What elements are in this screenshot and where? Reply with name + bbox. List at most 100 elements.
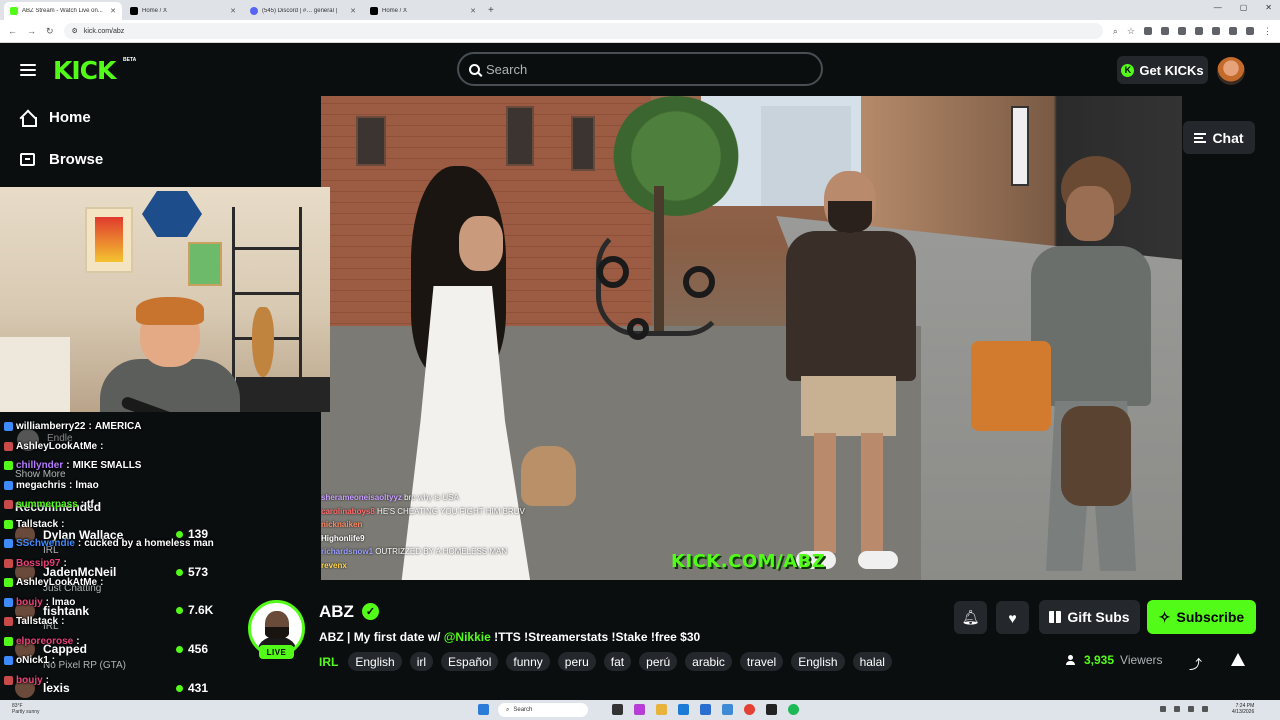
tag-chip[interactable]: Español <box>441 652 499 671</box>
zoom-icon[interactable]: ⌕ <box>1113 26 1118 37</box>
volume-icon[interactable] <box>1188 706 1194 712</box>
app-icon[interactable] <box>766 704 777 715</box>
tag-chip[interactable]: peru <box>557 652 596 671</box>
weather-widget[interactable]: 83°F Partly sunny <box>12 703 40 715</box>
forward-icon[interactable]: → <box>27 26 36 36</box>
maximize-icon[interactable]: ▢ <box>1240 3 1248 12</box>
file-explorer-icon[interactable] <box>656 704 667 715</box>
browser-tab-discord[interactable]: (545) Discord | #… general | ✕ <box>244 2 362 20</box>
chat-message: Tallstack: <box>4 515 244 535</box>
tag-chip[interactable]: English <box>791 652 845 671</box>
user-avatar[interactable] <box>1217 57 1245 85</box>
get-kicks-button[interactable]: K Get KICKs <box>1117 56 1208 84</box>
subscribe-button[interactable]: ✧ Subscribe <box>1147 600 1256 634</box>
edge-icon[interactable] <box>678 704 689 715</box>
follow-button[interactable]: ♥ <box>996 601 1029 634</box>
channel-name[interactable]: ABZ <box>319 602 354 622</box>
tag-chip[interactable]: English <box>348 652 402 671</box>
tab-close-icon[interactable]: ✕ <box>350 7 356 15</box>
extension-icon[interactable] <box>1178 27 1186 35</box>
report-icon[interactable] <box>1231 653 1245 666</box>
reload-icon[interactable]: ↻ <box>46 26 54 37</box>
spotify-icon[interactable] <box>788 704 799 715</box>
chat-username[interactable]: boujy <box>16 671 43 691</box>
chat-username[interactable]: williamberry22 <box>16 417 85 437</box>
chat-username[interactable]: oNick1 <box>16 651 49 671</box>
tray-icon[interactable] <box>1160 706 1166 712</box>
bookmark-star-icon[interactable]: ☆ <box>1127 26 1135 37</box>
extension-icon[interactable] <box>1144 27 1152 35</box>
video-scene-tree <box>611 96 741 216</box>
extension-icon[interactable] <box>1246 27 1254 35</box>
tag-chip[interactable]: funny <box>506 652 550 671</box>
tab-close-icon[interactable]: ✕ <box>230 7 236 15</box>
extension-icon[interactable] <box>1212 27 1220 35</box>
tag-chip[interactable]: halal <box>852 652 892 671</box>
sidebar-item-home[interactable]: Home <box>20 109 91 127</box>
chat-username[interactable]: boujy <box>16 593 43 613</box>
tag-chip[interactable]: arabic <box>685 652 732 671</box>
tab-close-icon[interactable]: ✕ <box>470 7 476 15</box>
share-icon[interactable]: ⤴ <box>1189 654 1202 673</box>
store-icon[interactable] <box>700 704 711 715</box>
search-bar[interactable] <box>457 52 823 86</box>
chat-username[interactable]: SSchwendie <box>16 534 75 554</box>
minimize-icon[interactable]: — <box>1214 3 1222 12</box>
chat-username[interactable]: summerpass <box>16 495 78 515</box>
app-icon[interactable] <box>722 704 733 715</box>
browser-menu-icon[interactable]: ⋮ <box>1263 26 1272 37</box>
facecam-guitar <box>252 307 274 377</box>
battery-icon[interactable] <box>1202 706 1208 712</box>
tab-close-icon[interactable]: ✕ <box>110 7 116 15</box>
browser-tab-x-2[interactable]: Home / X ✕ <box>364 2 482 20</box>
search-input[interactable] <box>486 61 821 77</box>
close-window-icon[interactable]: ✕ <box>1265 3 1272 12</box>
video-player[interactable]: sherameoneisaoltyyz bro why is USA caroli… <box>321 96 1182 580</box>
chat-username[interactable]: megachris <box>16 476 66 496</box>
tag-chip[interactable]: fat <box>603 652 632 671</box>
taskbar-clock[interactable]: 7:24 PM 4/13/2026 <box>1232 703 1254 715</box>
chat-username[interactable]: Tallstack <box>16 612 58 632</box>
gift-subs-button[interactable]: Gift Subs <box>1039 600 1140 634</box>
mention-link[interactable]: @Nikkie <box>444 630 491 644</box>
extension-icon[interactable] <box>1229 27 1237 35</box>
taskbar-search-label: Search <box>513 707 533 713</box>
chat-username[interactable]: chillynder <box>16 456 63 476</box>
chrome-icon[interactable] <box>744 704 755 715</box>
chat-badge-icon <box>4 636 13 646</box>
chat-username[interactable]: AshleyLookAtMe <box>16 437 97 457</box>
windows-start-icon[interactable] <box>478 704 489 715</box>
new-tab-button[interactable]: + <box>488 2 494 20</box>
wifi-icon[interactable] <box>1174 706 1180 712</box>
taskbar-search[interactable]: ⌕ Search <box>498 703 588 717</box>
tag-chip[interactable]: travel <box>739 652 784 671</box>
notification-bell-button[interactable]: 🔔︎ <box>954 601 987 634</box>
os-taskbar: 83°F Partly sunny ⌕ Search 7:24 PM 4/13/… <box>0 700 1280 720</box>
video-scene-wheel <box>683 266 715 298</box>
chat-text: cucked by a homeless man <box>84 538 214 549</box>
task-view-icon[interactable] <box>612 704 623 715</box>
stream-title-text: !TTS !Streamerstats !Stake !free $30 <box>490 630 701 644</box>
chat-username[interactable]: Bossip97 <box>16 554 60 574</box>
url-field[interactable]: ⚙ kick.com/abz <box>63 23 1103 39</box>
chat-username[interactable]: Tallstack <box>16 515 58 535</box>
chat-text: lmao <box>52 596 76 608</box>
back-icon[interactable]: ← <box>8 26 17 36</box>
chat-username[interactable]: AshleyLookAtMe <box>16 573 97 593</box>
browser-tab-kick[interactable]: ABZ Stream - Watch Live on... ✕ <box>4 2 122 20</box>
copilot-icon[interactable] <box>634 704 645 715</box>
browser-tab-x[interactable]: Home / X ✕ <box>124 2 242 20</box>
kick-logo[interactable]: KICK <box>53 56 116 85</box>
category-link[interactable]: IRL <box>319 655 338 669</box>
extension-icon[interactable] <box>1161 27 1169 35</box>
tag-chip[interactable]: irl <box>409 652 434 671</box>
extension-icon[interactable] <box>1195 27 1203 35</box>
sidebar-item-browse[interactable]: Browse <box>20 151 103 168</box>
overlay-chat-feed: williamberry22: AMERICA AshleyLookAtMe: chi… <box>4 417 244 690</box>
site-info-icon[interactable]: ⚙ <box>72 27 78 35</box>
menu-icon[interactable] <box>20 64 36 76</box>
chat-toggle-button[interactable]: Chat <box>1183 121 1255 154</box>
tag-chip[interactable]: perú <box>639 652 678 671</box>
chat-username[interactable]: elporeorose <box>16 632 73 652</box>
viewer-count: 3,935 Viewers <box>1066 653 1163 667</box>
